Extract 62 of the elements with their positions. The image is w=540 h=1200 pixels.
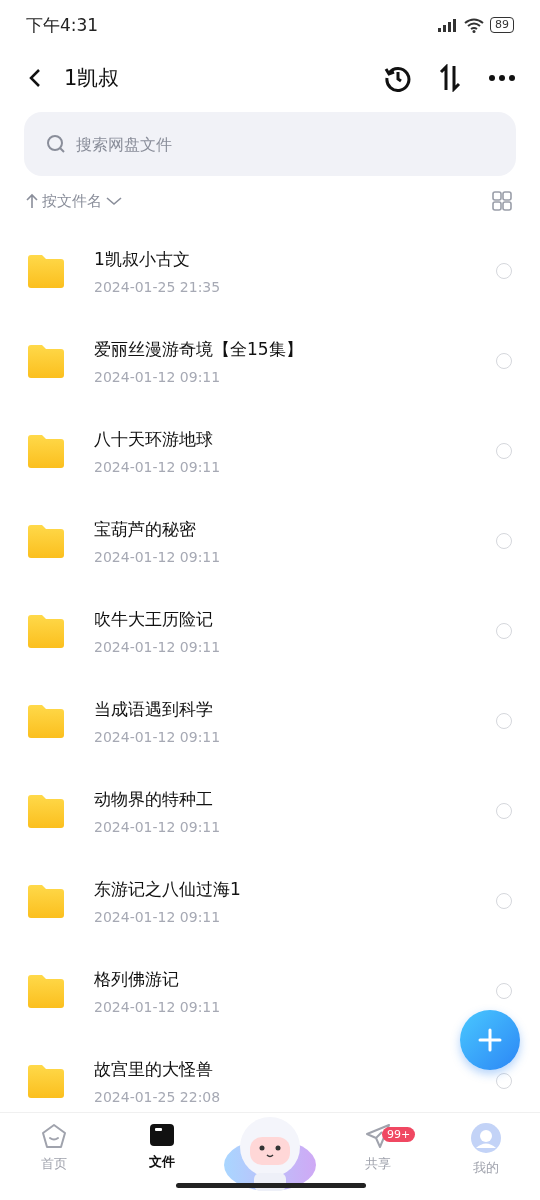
- folder-name: 动物界的特种工: [94, 787, 214, 811]
- folder-row[interactable]: 故宫里的大怪兽 2024-01-25 22:08: [0, 1036, 540, 1112]
- folder-row[interactable]: 格列佛游记 2024-01-12 09:11: [0, 946, 540, 1036]
- folder-name: 格列佛游记: [94, 967, 180, 991]
- count-badge: 99+: [382, 1127, 416, 1142]
- folder-icon: [26, 884, 66, 918]
- folder-icon: [26, 614, 66, 648]
- nav-tab[interactable]: 文件: [108, 1123, 216, 1171]
- folder-icon: [26, 524, 66, 558]
- battery-level: 89: [490, 17, 514, 33]
- folder-name: 八十天环游地球: [94, 427, 214, 451]
- folder-name: 东游记之八仙过海1: [94, 877, 242, 901]
- status-time: 下午4:31: [26, 13, 99, 37]
- folder-name: 宝葫芦的秘密: [94, 517, 197, 541]
- folder-row[interactable]: 1凯叔小古文 2024-01-25 21:35: [0, 226, 540, 316]
- folder-row[interactable]: 东游记之八仙过海1 2024-01-12 09:11: [0, 856, 540, 946]
- signal-icon: [436, 18, 458, 32]
- avatar-icon: [471, 1123, 501, 1153]
- search-icon: [46, 134, 66, 154]
- folder-icon: [26, 974, 66, 1008]
- search-input[interactable]: 搜索网盘文件: [74, 133, 494, 155]
- folder-date: 2024-01-12 09:11: [94, 728, 222, 745]
- folder-name: 故宫里的大怪兽: [94, 1057, 214, 1081]
- folder-date: 2024-01-12 09:11: [94, 458, 222, 475]
- folder-icon: [149, 1123, 175, 1147]
- folder-icon: [26, 794, 66, 828]
- folder-row[interactable]: 当成语遇到科学 2024-01-12 09:11: [0, 676, 540, 766]
- folder-row[interactable]: 爱丽丝漫游奇境【全15集】 2024-01-12 09:11: [0, 316, 540, 406]
- wifi-icon: [464, 17, 484, 33]
- folder-date: 2024-01-12 09:11: [94, 638, 222, 655]
- folder-date: 2024-01-12 09:11: [94, 548, 222, 565]
- folder-icon: [26, 434, 66, 468]
- search-field[interactable]: 搜索网盘文件: [24, 112, 516, 176]
- folder-date: 2024-01-25 21:35: [94, 278, 222, 295]
- grid-icon: [492, 191, 512, 211]
- plus-icon: [478, 1028, 502, 1052]
- folder-row[interactable]: 动物界的特种工 2024-01-12 09:11: [0, 766, 540, 856]
- more-icon: [488, 74, 516, 82]
- folder-row[interactable]: 宝葫芦的秘密 2024-01-12 09:11: [0, 496, 540, 586]
- folder-icon: [26, 344, 66, 378]
- folder-icon: [26, 254, 66, 288]
- folder-name: 吹牛大王历险记: [94, 607, 214, 631]
- chevron-down-icon: [106, 196, 122, 206]
- folder-date: 2024-01-12 09:11: [94, 818, 222, 835]
- folder-name: 当成语遇到科学: [94, 697, 214, 721]
- folder-row[interactable]: 八十天环游地球 2024-01-12 09:11: [0, 406, 540, 496]
- folder-row[interactable]: 吹牛大王历险记 2024-01-12 09:11: [0, 586, 540, 676]
- history-icon: [384, 64, 412, 92]
- folder-date: 2024-01-25 22:08: [94, 1088, 222, 1105]
- folder-icon: [26, 1064, 66, 1098]
- folder-name: 爱丽丝漫游奇境【全15集】: [94, 337, 304, 361]
- up-arrow-icon: [26, 193, 38, 209]
- back-icon: [28, 68, 42, 88]
- add-button[interactable]: [460, 1010, 520, 1070]
- folder-date: 2024-01-12 09:11: [94, 368, 222, 385]
- home-icon: [41, 1123, 67, 1149]
- folder-date: 2024-01-12 09:11: [94, 998, 222, 1015]
- folder-name: 1凯叔小古文: [94, 247, 191, 271]
- folder-date: 2024-01-12 09:11: [94, 908, 222, 925]
- folder-icon: [26, 704, 66, 738]
- page-title: 1凯叔: [64, 65, 121, 92]
- sort-icon: [438, 64, 462, 92]
